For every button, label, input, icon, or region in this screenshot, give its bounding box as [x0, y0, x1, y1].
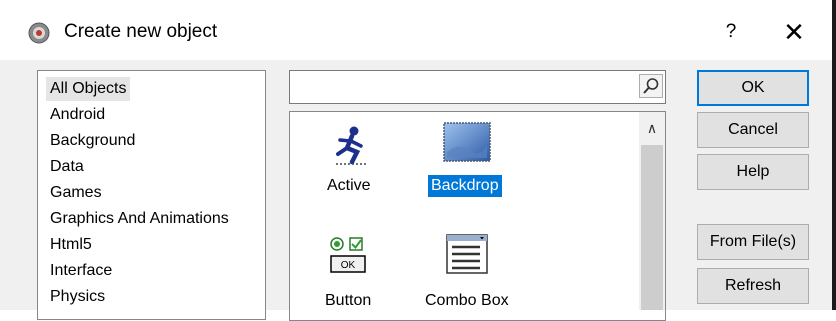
- window-edge: [832, 0, 836, 310]
- category-item-data[interactable]: Data: [46, 155, 88, 179]
- help-button[interactable]: Help: [697, 154, 809, 190]
- object-label-active[interactable]: Active: [327, 175, 371, 197]
- category-item-physics[interactable]: Physics: [46, 285, 109, 309]
- search-input[interactable]: [289, 70, 666, 104]
- category-item-games[interactable]: Games: [46, 181, 106, 205]
- ok-button[interactable]: OK: [697, 70, 809, 106]
- running-man-icon[interactable]: [330, 124, 374, 168]
- window-title: Create new object: [64, 21, 218, 42]
- from-files-button[interactable]: From File(s): [697, 224, 809, 260]
- title-bar[interactable]: Create new object ? ✕: [0, 0, 836, 60]
- backdrop-icon[interactable]: [443, 122, 491, 162]
- close-icon[interactable]: ✕: [778, 16, 810, 48]
- category-item-html5[interactable]: Html5: [46, 233, 96, 257]
- object-label-backdrop[interactable]: Backdrop: [428, 175, 502, 197]
- create-object-dialog: Create new object ? ✕ All Objects Androi…: [0, 0, 836, 321]
- refresh-button[interactable]: Refresh: [697, 268, 809, 304]
- help-icon[interactable]: ?: [716, 17, 746, 47]
- scrollbar-thumb[interactable]: [641, 145, 663, 310]
- search-icon: [643, 78, 659, 94]
- category-item-interface[interactable]: Interface: [46, 259, 116, 283]
- category-list[interactable]: All Objects Android Background Data Game…: [37, 70, 266, 320]
- category-item-graphics-and-animations[interactable]: Graphics And Animations: [46, 207, 233, 231]
- object-label-button[interactable]: Button: [325, 290, 371, 312]
- svg-text:OK: OK: [341, 260, 356, 271]
- combo-box-icon[interactable]: [446, 234, 488, 274]
- app-icon: [28, 22, 50, 44]
- object-label-combo-box[interactable]: Combo Box: [425, 290, 509, 312]
- category-item-all-objects[interactable]: All Objects: [46, 77, 131, 101]
- search-button[interactable]: [639, 74, 663, 98]
- category-item-background[interactable]: Background: [46, 129, 139, 153]
- button-control-icon[interactable]: OK: [328, 236, 374, 276]
- cancel-button[interactable]: Cancel: [697, 112, 809, 148]
- chevron-up-icon[interactable]: ∧: [639, 114, 665, 142]
- category-item-android[interactable]: Android: [46, 103, 109, 127]
